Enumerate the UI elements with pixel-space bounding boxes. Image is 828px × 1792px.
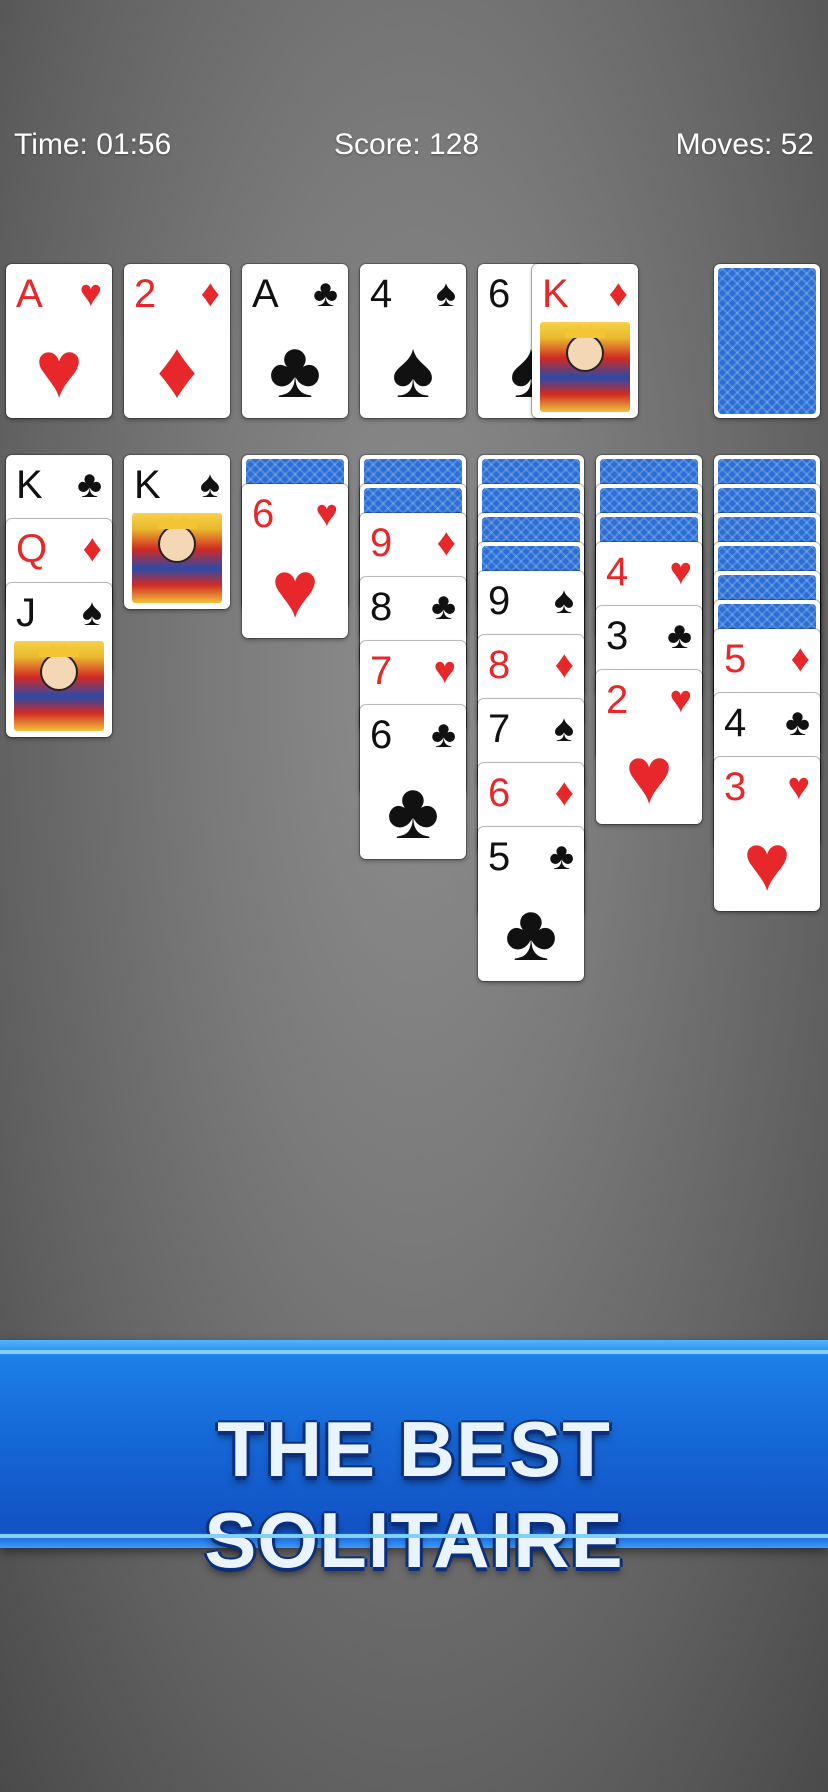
card-suit-icon: ♠ bbox=[199, 464, 220, 506]
face-card-art bbox=[540, 322, 630, 412]
crown-icon bbox=[565, 324, 605, 338]
card-suit-icon: ♣ bbox=[313, 273, 338, 315]
time-display: Time: 01:56 bbox=[14, 128, 172, 161]
card-center-suit-icon: ♥ bbox=[271, 545, 319, 634]
banner-title: THE BEST SOLITAIRE bbox=[204, 1405, 624, 1584]
card-suit-icon: ♥ bbox=[787, 766, 810, 808]
card-suit-icon: ♥ bbox=[433, 650, 456, 692]
card-suit-icon: ♣ bbox=[431, 586, 456, 628]
card-rank: 8 bbox=[370, 585, 393, 629]
card-suit-icon: ♥ bbox=[79, 273, 102, 315]
card-rank: 5 bbox=[488, 835, 511, 879]
card-rank: A bbox=[252, 272, 279, 316]
card-rank: 3 bbox=[724, 765, 747, 809]
card-rank: J bbox=[16, 591, 36, 635]
card-rank: 5 bbox=[724, 637, 747, 681]
card-suit-icon: ♠ bbox=[81, 592, 102, 634]
card-suit-icon: ♦ bbox=[608, 273, 628, 315]
card-suit-icon: ♣ bbox=[77, 464, 102, 506]
card-rank: 3 bbox=[606, 614, 629, 658]
card-rank: 6 bbox=[252, 492, 275, 536]
card-center-suit-icon: ♠ bbox=[391, 325, 435, 414]
card-suit-icon: ♦ bbox=[790, 638, 810, 680]
waste-card[interactable]: K ♦ bbox=[532, 264, 638, 418]
card-rank: 9 bbox=[370, 521, 393, 565]
promo-banner: THE BEST SOLITAIRE bbox=[0, 1340, 828, 1584]
tableau-card[interactable]: 6 ♣ ♣ bbox=[360, 705, 466, 859]
card-rank: 9 bbox=[488, 579, 511, 623]
card-suit-icon: ♦ bbox=[436, 522, 456, 564]
card-rank: Q bbox=[16, 527, 48, 571]
card-rank: 6 bbox=[370, 713, 393, 757]
crown-icon bbox=[39, 643, 79, 657]
banner-stripe-top bbox=[0, 1350, 828, 1354]
tableau-card[interactable]: J ♠ bbox=[6, 583, 112, 737]
crown-icon bbox=[157, 515, 197, 529]
portrait-head bbox=[42, 655, 76, 689]
card-rank: 6 bbox=[488, 272, 511, 316]
card-suit-icon: ♣ bbox=[785, 702, 810, 744]
card-rank: 4 bbox=[370, 272, 393, 316]
card-rank: 2 bbox=[134, 272, 157, 316]
card-rank: 2 bbox=[606, 678, 629, 722]
card-rank: 8 bbox=[488, 643, 511, 687]
stock-pile[interactable] bbox=[714, 264, 820, 418]
card-suit-icon: ♥ bbox=[315, 493, 338, 535]
card-suit-icon: ♣ bbox=[431, 714, 456, 756]
score-display: Score: 128 bbox=[334, 128, 480, 161]
card-center-suit-icon: ♣ bbox=[504, 888, 558, 977]
card-suit-icon: ♦ bbox=[82, 528, 102, 570]
card-center-suit-icon: ♣ bbox=[386, 766, 440, 855]
card-suit-icon: ♠ bbox=[553, 580, 574, 622]
card-center-suit-icon: ♦ bbox=[156, 325, 198, 414]
tableau-card[interactable]: 2 ♥ ♥ bbox=[596, 670, 702, 824]
card-suit-icon: ♦ bbox=[554, 772, 574, 814]
game-table: Time: 01:56 Score: 128 Moves: 52 A ♥ ♥ 2 ♦ ♦ A… bbox=[0, 0, 828, 1792]
face-card-art bbox=[14, 641, 104, 731]
moves-display: Moves: 52 bbox=[675, 128, 814, 161]
card-suit-icon: ♥ bbox=[669, 679, 692, 721]
card-rank: K bbox=[134, 463, 161, 507]
card-back-pattern bbox=[718, 268, 816, 414]
card-rank: 4 bbox=[606, 550, 629, 594]
banner-stripe-bottom bbox=[0, 1534, 828, 1538]
tableau-card[interactable]: 3 ♥ ♥ bbox=[714, 757, 820, 911]
card-rank: 6 bbox=[488, 771, 511, 815]
card-suit-icon: ♥ bbox=[669, 551, 692, 593]
face-card-art bbox=[132, 513, 222, 603]
card-suit-icon: ♣ bbox=[667, 615, 692, 657]
tableau-card[interactable]: 5 ♣ ♣ bbox=[478, 827, 584, 981]
card-rank: 7 bbox=[488, 707, 511, 751]
card-rank: K bbox=[16, 463, 43, 507]
foundation-card[interactable]: 4 ♠ ♠ bbox=[360, 264, 466, 418]
foundation-card[interactable]: A ♣ ♣ bbox=[242, 264, 348, 418]
foundation-card[interactable]: 2 ♦ ♦ bbox=[124, 264, 230, 418]
portrait-head bbox=[568, 336, 602, 370]
card-rank: A bbox=[16, 272, 43, 316]
tableau-card[interactable]: K ♠ bbox=[124, 455, 230, 609]
card-suit-icon: ♠ bbox=[435, 273, 456, 315]
card-center-suit-icon: ♥ bbox=[743, 818, 791, 907]
card-suit-icon: ♦ bbox=[554, 644, 574, 686]
card-center-suit-icon: ♥ bbox=[625, 731, 673, 820]
card-suit-icon: ♦ bbox=[200, 273, 220, 315]
tableau-card[interactable]: 6 ♥ ♥ bbox=[242, 484, 348, 638]
card-center-suit-icon: ♥ bbox=[35, 325, 83, 414]
portrait-head bbox=[160, 527, 194, 561]
card-rank: 4 bbox=[724, 701, 747, 745]
card-center-suit-icon: ♣ bbox=[268, 325, 322, 414]
card-suit-icon: ♠ bbox=[553, 708, 574, 750]
card-rank: 7 bbox=[370, 649, 393, 693]
card-suit-icon: ♣ bbox=[549, 836, 574, 878]
card-rank: K bbox=[542, 272, 569, 316]
foundation-card[interactable]: A ♥ ♥ bbox=[6, 264, 112, 418]
